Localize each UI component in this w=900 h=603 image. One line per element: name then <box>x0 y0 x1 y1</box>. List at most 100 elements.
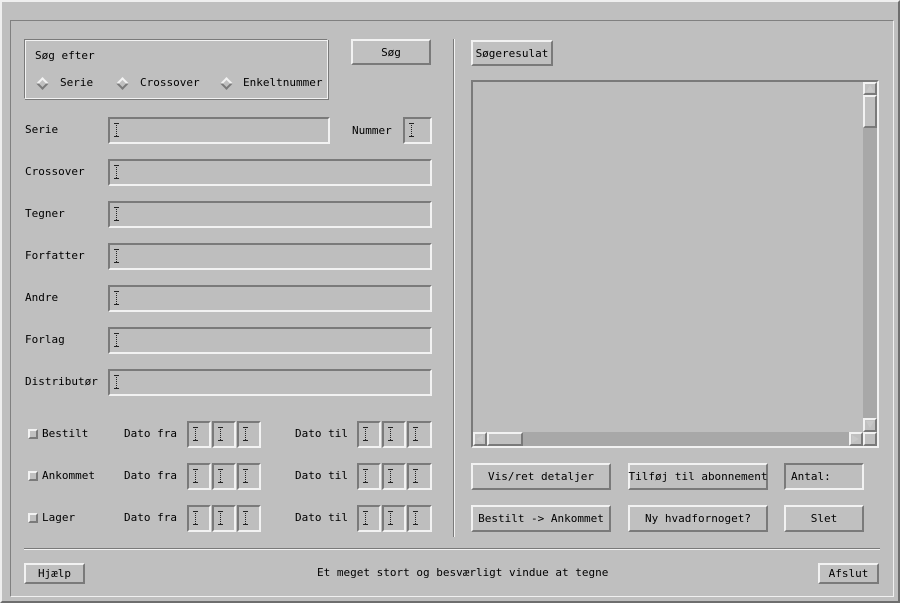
ankommet-to-year-input[interactable] <box>407 463 432 490</box>
close-button[interactable]: Afslut <box>818 563 879 584</box>
lager-to-day-input[interactable] <box>357 505 381 532</box>
arrow-left-icon <box>476 435 483 443</box>
text-cursor-icon <box>413 469 418 483</box>
text-cursor-icon <box>218 469 223 483</box>
scroll-left-button[interactable] <box>473 432 487 446</box>
lager-date-from-label: Dato fra <box>124 511 177 524</box>
ankommet-from-month-input[interactable] <box>212 463 236 490</box>
scroll-corner <box>863 432 877 446</box>
distributor-label: Distributør <box>25 375 98 388</box>
forfatter-label: Forfatter <box>25 249 85 262</box>
arrow-up-icon <box>866 85 874 92</box>
ankommet-from-day-input[interactable] <box>187 463 211 490</box>
bestilt-checkbox[interactable] <box>28 429 38 439</box>
text-cursor-icon <box>243 469 248 483</box>
lager-checkbox[interactable] <box>28 513 38 523</box>
text-cursor-icon <box>193 469 198 483</box>
vertical-separator <box>453 39 455 537</box>
ordered-to-arrived-button[interactable]: Bestilt -> Ankommet <box>471 505 611 532</box>
tegner-input[interactable] <box>108 201 432 228</box>
nummer-input[interactable] <box>403 117 432 144</box>
ankommet-to-month-input[interactable] <box>382 463 406 490</box>
ankommet-label[interactable]: Ankommet <box>42 469 95 483</box>
lager-from-year-input[interactable] <box>237 505 261 532</box>
radio-serie-label[interactable]: Serie <box>60 76 93 90</box>
ankommet-date-from-label: Dato fra <box>124 469 177 482</box>
scroll-thumb-vertical[interactable] <box>863 95 877 128</box>
bestilt-from-month-input[interactable] <box>212 421 236 448</box>
text-cursor-icon <box>218 511 223 525</box>
bestilt-label[interactable]: Bestilt <box>42 427 88 441</box>
text-cursor-icon <box>114 165 119 179</box>
text-cursor-icon <box>114 207 119 221</box>
search-button[interactable]: Søg <box>351 39 431 65</box>
ankommet-to-day-input[interactable] <box>357 463 381 490</box>
text-cursor-icon <box>388 469 393 483</box>
serie-label: Serie <box>25 123 59 136</box>
text-cursor-icon <box>388 511 393 525</box>
text-cursor-icon <box>413 511 418 525</box>
distributor-input[interactable] <box>108 369 432 396</box>
lager-date-to-label: Dato til <box>295 511 348 524</box>
scroll-right-button[interactable] <box>849 432 863 446</box>
count-label: Antal: <box>791 470 831 483</box>
search-type-title: Søg efter <box>35 49 95 62</box>
lager-label[interactable]: Lager <box>42 511 75 525</box>
add-subscription-button[interactable]: Tilføj til abonnement <box>628 463 768 490</box>
ankommet-date-to-label: Dato til <box>295 469 348 482</box>
bestilt-from-year-input[interactable] <box>237 421 261 448</box>
ankommet-from-year-input[interactable] <box>237 463 261 490</box>
forlag-label: Forlag <box>25 333 65 346</box>
delete-button[interactable]: Slet <box>784 505 864 532</box>
help-button[interactable]: Hjælp <box>24 563 85 584</box>
forlag-input[interactable] <box>108 327 432 354</box>
ankommet-checkbox[interactable] <box>28 471 38 481</box>
text-cursor-icon <box>363 469 368 483</box>
bestilt-date-from-label: Dato fra <box>124 427 177 440</box>
results-hscrollbar[interactable] <box>473 432 863 446</box>
results-title: Søgeresulat <box>471 40 553 66</box>
text-cursor-icon <box>193 427 198 441</box>
lager-to-year-input[interactable] <box>407 505 432 532</box>
search-type-group <box>24 39 328 99</box>
text-cursor-icon <box>114 375 119 389</box>
bestilt-date-to-label: Dato til <box>295 427 348 440</box>
crossover-label: Crossover <box>25 165 85 178</box>
text-cursor-icon <box>409 123 414 137</box>
andre-input[interactable] <box>108 285 432 312</box>
serie-input[interactable] <box>108 117 330 144</box>
bestilt-to-year-input[interactable] <box>407 421 432 448</box>
radio-enkeltnummer-label[interactable]: Enkeltnummer <box>243 76 322 90</box>
text-cursor-icon <box>363 427 368 441</box>
status-message: Et meget stort og besværligt vindue at t… <box>317 566 609 579</box>
text-cursor-icon <box>243 427 248 441</box>
scroll-up-button[interactable] <box>863 82 877 95</box>
arrow-down-icon <box>866 421 874 428</box>
text-cursor-icon <box>114 123 119 137</box>
bestilt-to-month-input[interactable] <box>382 421 406 448</box>
bestilt-from-day-input[interactable] <box>187 421 211 448</box>
text-cursor-icon <box>193 511 198 525</box>
forfatter-input[interactable] <box>108 243 432 270</box>
radio-crossover-label[interactable]: Crossover <box>140 76 200 90</box>
text-cursor-icon <box>363 511 368 525</box>
new-something-button[interactable]: Ny hvadfornoget? <box>628 505 768 532</box>
scroll-down-button[interactable] <box>863 418 877 432</box>
lager-from-month-input[interactable] <box>212 505 236 532</box>
count-display: Antal: <box>784 463 864 490</box>
text-cursor-icon <box>114 249 119 263</box>
text-cursor-icon <box>114 333 119 347</box>
footer-separator <box>24 548 880 550</box>
text-cursor-icon <box>114 291 119 305</box>
results-list[interactable] <box>471 80 879 448</box>
lager-from-day-input[interactable] <box>187 505 211 532</box>
bestilt-to-day-input[interactable] <box>357 421 381 448</box>
crossover-input[interactable] <box>108 159 432 186</box>
tegner-label: Tegner <box>25 207 65 220</box>
lager-to-month-input[interactable] <box>382 505 406 532</box>
scroll-thumb-horizontal[interactable] <box>487 432 523 446</box>
main-window: Søg efter Serie Crossover Enkeltnummer S… <box>0 0 900 603</box>
text-cursor-icon <box>243 511 248 525</box>
view-edit-details-button[interactable]: Vis/ret detaljer <box>471 463 611 490</box>
results-vscrollbar[interactable] <box>863 82 877 432</box>
